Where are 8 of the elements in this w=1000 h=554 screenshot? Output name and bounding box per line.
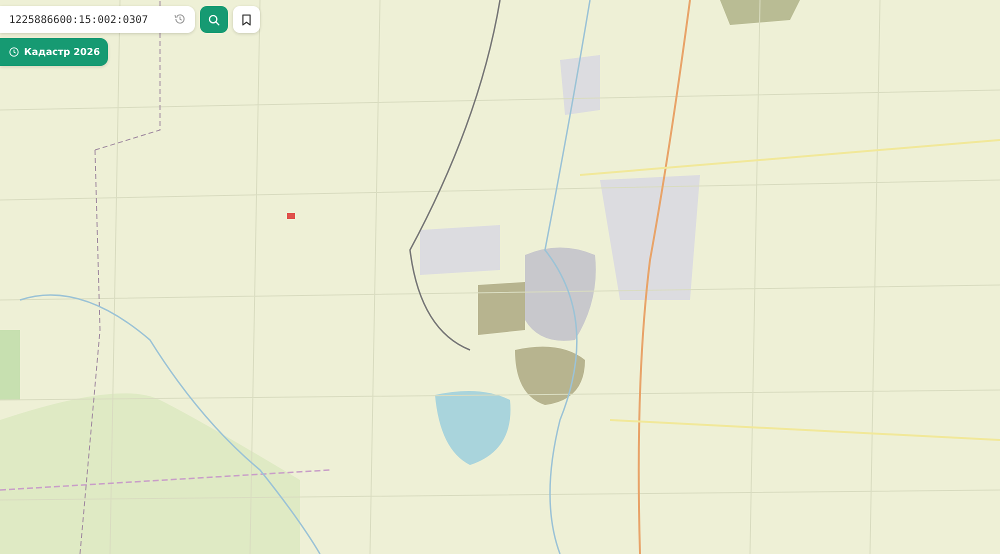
bookmark-icon	[242, 14, 251, 26]
search-field[interactable]: 1225886600:15:002:0307	[0, 6, 195, 33]
clock-icon	[9, 47, 19, 57]
cadastre-button[interactable]: Кадастр 2026	[0, 38, 108, 66]
search-button[interactable]	[200, 6, 228, 33]
bookmark-button[interactable]	[233, 6, 260, 33]
history-icon[interactable]	[174, 13, 186, 25]
search-icon	[208, 14, 220, 26]
